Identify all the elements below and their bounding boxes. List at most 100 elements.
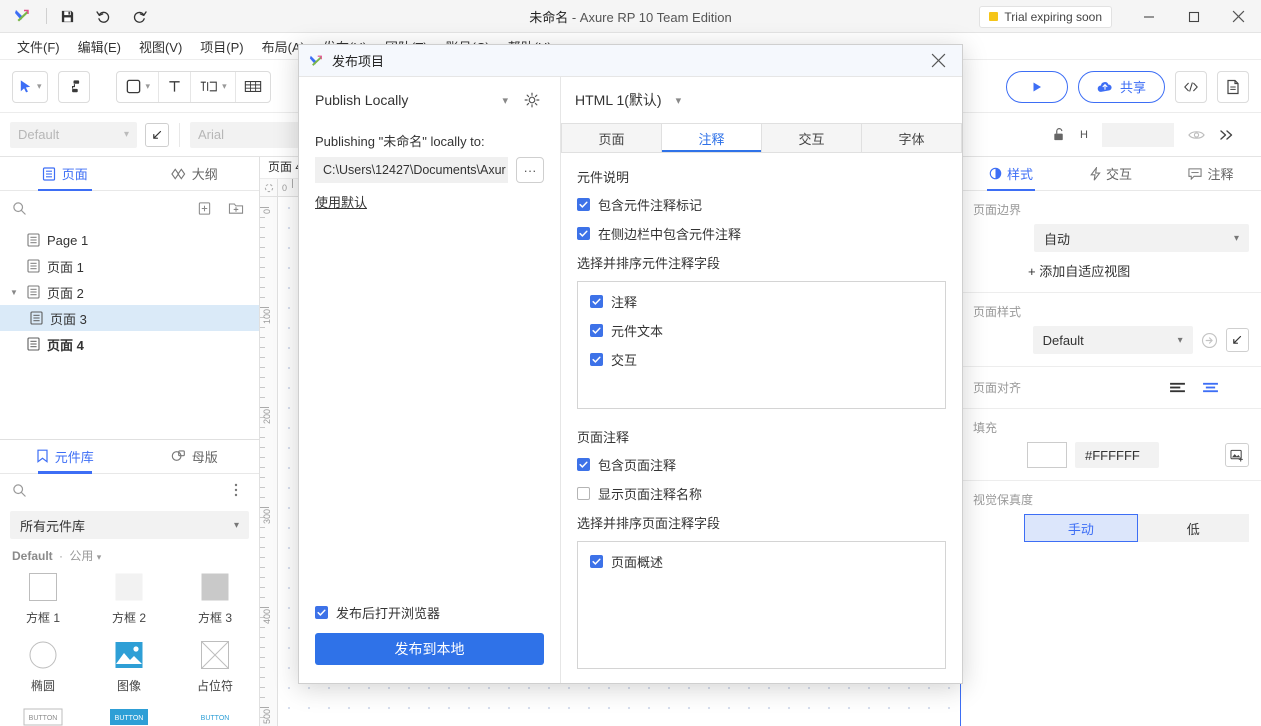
preview-button[interactable]: [1006, 71, 1068, 103]
library-subheader[interactable]: Default · 公用 ▾: [0, 539, 259, 568]
widget-field-checkbox[interactable]: [590, 353, 603, 366]
style-manager-button[interactable]: [145, 123, 169, 147]
menu-project[interactable]: 项目(P): [191, 34, 252, 59]
widget-ellipse[interactable]: 椭圆: [0, 640, 86, 694]
page-tree-item[interactable]: Page 1: [0, 227, 259, 253]
widget-field-item[interactable]: 交互: [590, 350, 933, 369]
publish-to-local-button[interactable]: 发布到本地: [315, 633, 544, 665]
browse-folder-button[interactable]: ···: [516, 157, 544, 183]
menu-edit[interactable]: 编辑(E): [69, 34, 130, 59]
page-tree-item[interactable]: ▼ 页面 2: [0, 279, 259, 305]
dialog-close-icon[interactable]: [924, 47, 952, 75]
cursor-tool-button[interactable]: ▾: [12, 71, 48, 103]
tab-notes[interactable]: 注释: [1161, 157, 1261, 190]
page-field-checkbox[interactable]: [590, 555, 603, 568]
page-field-item[interactable]: 页面概述: [590, 552, 933, 571]
tab-style[interactable]: 样式: [961, 157, 1061, 190]
widget-note-marker-row[interactable]: 包含元件注释标记: [577, 195, 946, 214]
close-icon[interactable]: [1216, 0, 1261, 33]
gear-icon[interactable]: [520, 88, 544, 112]
publish-mode-select[interactable]: Publish Locally ▾: [315, 92, 512, 108]
dialog-tab-pages[interactable]: 页面: [561, 123, 662, 152]
fidelity-option-manual[interactable]: 手动: [1024, 514, 1137, 542]
widget-box3[interactable]: 方框 3: [172, 572, 258, 626]
search-icon[interactable]: [12, 201, 27, 216]
widget-note-sidebar-row[interactable]: 在侧边栏中包含元件注释: [577, 224, 946, 243]
chevron-down-icon[interactable]: ▼: [8, 288, 20, 297]
widget-note-sidebar-checkbox[interactable]: [577, 227, 590, 240]
height-input[interactable]: [1102, 123, 1174, 147]
include-page-notes-row[interactable]: 包含页面注释: [577, 455, 946, 474]
widget-field-checkbox[interactable]: [590, 324, 603, 337]
page-tree-item-selected[interactable]: 页面 3: [0, 305, 259, 331]
fill-hex-input[interactable]: #FFFFFF: [1075, 442, 1159, 468]
maximize-icon[interactable]: [1171, 0, 1216, 33]
dialog-tab-notes[interactable]: 注释: [662, 123, 762, 152]
save-icon[interactable]: [49, 0, 85, 33]
menu-file[interactable]: 文件(F): [8, 34, 69, 59]
add-adaptive-view-button[interactable]: + 添加自适应视图: [1028, 261, 1130, 280]
widget-style-select[interactable]: Default ▾: [10, 122, 137, 148]
html-config-select[interactable]: HTML 1(默认) ▾: [575, 90, 681, 110]
widget-button-outline[interactable]: BUTTON: [0, 708, 86, 726]
align-center-icon[interactable]: [1202, 381, 1219, 394]
vertical-ruler[interactable]: 0100200300400500: [260, 197, 278, 726]
open-browser-checkbox[interactable]: [315, 606, 328, 619]
fill-image-button[interactable]: [1225, 443, 1249, 467]
page-tree-item[interactable]: 页面 4: [0, 331, 259, 357]
publish-path-input[interactable]: C:\Users\12427\Documents\Axur: [315, 157, 508, 183]
chevron-double-right-icon[interactable]: [1219, 129, 1235, 141]
shape-tool-button[interactable]: ▾: [117, 72, 160, 102]
add-folder-icon[interactable]: [225, 197, 247, 219]
widget-note-fields-list[interactable]: 注释 元件文本 交互: [577, 281, 946, 409]
widget-field-item[interactable]: 注释: [590, 292, 933, 311]
apply-style-icon[interactable]: [1201, 332, 1218, 349]
connector-tool-button[interactable]: [58, 71, 90, 103]
code-view-button[interactable]: [1175, 71, 1207, 103]
menu-view[interactable]: 视图(V): [130, 34, 191, 59]
more-vertical-icon[interactable]: [225, 479, 247, 501]
page-tree-item[interactable]: 页面 1: [0, 253, 259, 279]
page-note-fields-list[interactable]: 页面概述: [577, 541, 946, 669]
widget-box2[interactable]: 方框 2: [86, 572, 172, 626]
widget-field-item[interactable]: 元件文本: [590, 321, 933, 340]
dialog-tab-interactions[interactable]: 交互: [762, 123, 862, 152]
widget-note-marker-checkbox[interactable]: [577, 198, 590, 211]
search-icon[interactable]: [12, 483, 27, 498]
widget-image[interactable]: 图像: [86, 640, 172, 694]
library-select[interactable]: 所有元件库 ▾: [10, 511, 249, 539]
minimize-icon[interactable]: [1126, 0, 1171, 33]
use-default-link[interactable]: 使用默认: [315, 192, 367, 211]
trial-status-badge[interactable]: Trial expiring soon: [979, 6, 1112, 28]
page-bounds-select[interactable]: 自动 ▾: [1034, 224, 1249, 252]
widget-placeholder[interactable]: 占位符: [172, 640, 258, 694]
text-tool-button[interactable]: [159, 72, 191, 102]
page-style-manager-button[interactable]: [1226, 328, 1249, 352]
redo-icon[interactable]: [121, 0, 157, 33]
align-left-icon[interactable]: [1169, 381, 1186, 394]
undo-icon[interactable]: [85, 0, 121, 33]
widget-button-filled[interactable]: BUTTON: [86, 708, 172, 726]
tab-outline[interactable]: 大纲: [130, 157, 260, 190]
open-browser-checkbox-row[interactable]: 发布后打开浏览器: [315, 603, 544, 622]
tab-pages[interactable]: 页面: [0, 157, 130, 190]
add-page-icon[interactable]: [193, 197, 215, 219]
show-page-note-names-row[interactable]: 显示页面注释名称: [577, 484, 946, 503]
fill-color-swatch[interactable]: [1027, 442, 1067, 468]
tab-masters[interactable]: 母版: [130, 440, 260, 473]
table-tool-button[interactable]: [236, 72, 270, 102]
tab-interaction[interactable]: 交互: [1061, 157, 1161, 190]
eye-icon[interactable]: [1188, 129, 1205, 141]
fidelity-option-low[interactable]: 低: [1138, 514, 1249, 542]
dialog-tab-fonts[interactable]: 字体: [862, 123, 962, 152]
ruler-corner-button[interactable]: [260, 179, 278, 197]
lock-open-icon[interactable]: [1052, 127, 1066, 142]
notes-document-button[interactable]: [1217, 71, 1249, 103]
text-box-tool-button[interactable]: ▾: [191, 72, 236, 102]
widget-field-checkbox[interactable]: [590, 295, 603, 308]
widget-box1[interactable]: 方框 1: [0, 572, 86, 626]
show-page-note-names-checkbox[interactable]: [577, 487, 590, 500]
share-button[interactable]: 共享: [1078, 71, 1165, 103]
include-page-notes-checkbox[interactable]: [577, 458, 590, 471]
tab-libraries[interactable]: 元件库: [0, 440, 130, 473]
